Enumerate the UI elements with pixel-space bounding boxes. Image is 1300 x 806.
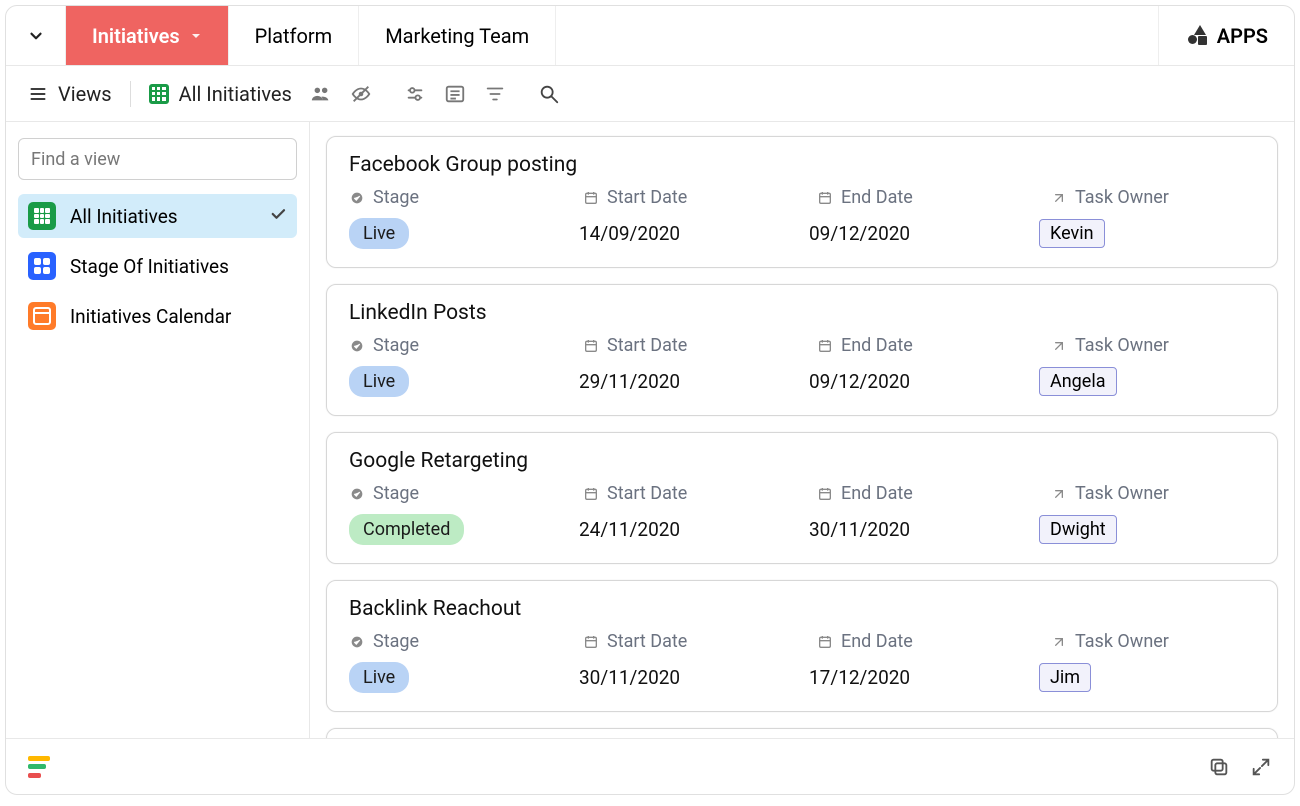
grid-icon <box>28 202 56 230</box>
field-start-date-label: Start Date <box>583 483 813 504</box>
views-sidebar: All Initiatives Stage Of Initiatives Ini… <box>6 122 310 738</box>
list-button[interactable] <box>444 83 466 105</box>
board-icon <box>28 252 56 280</box>
menu-icon <box>28 84 48 104</box>
initiative-card[interactable]: Google Retargeting Stage Start Date End … <box>326 432 1278 564</box>
owner-chip: Kevin <box>1039 219 1105 248</box>
start-date-value: 29/11/2020 <box>579 370 809 393</box>
initiatives-list: Facebook Group posting Stage Start Date … <box>310 122 1294 738</box>
end-date-value: 09/12/2020 <box>809 222 1039 245</box>
card-title: Google Retargeting <box>349 449 1255 473</box>
initiative-card[interactable]: Backlink Reachout Stage Start Date End D… <box>326 580 1278 712</box>
tab-platform[interactable]: Platform <box>229 6 360 65</box>
owner-chip: Jim <box>1039 663 1091 692</box>
sidebar-item-all-initiatives[interactable]: All Initiatives <box>18 194 297 238</box>
tab-label: Platform <box>255 24 333 48</box>
stage-badge: Live <box>349 366 409 397</box>
stage-badge: Live <box>349 218 409 249</box>
app-logo-icon <box>28 756 50 778</box>
people-icon <box>310 83 332 105</box>
field-end-date-label: End Date <box>817 335 1047 356</box>
search-icon <box>538 83 560 105</box>
check-icon <box>269 205 287 228</box>
sidebar-item-label: Stage Of Initiatives <box>70 255 229 278</box>
tab-label: Marketing Team <box>385 24 529 48</box>
owner-chip: Angela <box>1039 367 1117 396</box>
apps-label: APPS <box>1217 24 1268 48</box>
sidebar-item-initiatives-calendar[interactable]: Initiatives Calendar <box>18 294 297 338</box>
sidebar-item-label: Initiatives Calendar <box>70 305 231 328</box>
filter-button[interactable] <box>484 83 506 105</box>
tab-label: Initiatives <box>92 24 180 48</box>
field-end-date-label: End Date <box>817 631 1047 652</box>
tab-initiatives[interactable]: Initiatives <box>66 6 229 65</box>
field-owner-label: Task Owner <box>1051 187 1255 208</box>
field-end-date-label: End Date <box>817 187 1047 208</box>
filter-icon <box>484 83 506 105</box>
find-view-input[interactable] <box>18 138 297 180</box>
field-owner-label: Task Owner <box>1051 631 1255 652</box>
apps-button[interactable]: APPS <box>1158 6 1294 65</box>
field-start-date-label: Start Date <box>583 335 813 356</box>
field-stage-label: Stage <box>349 631 579 652</box>
views-menu[interactable]: Views <box>28 82 112 106</box>
sliders-icon <box>404 83 426 105</box>
end-date-value: 17/12/2020 <box>809 666 1039 689</box>
field-end-date-label: End Date <box>817 483 1047 504</box>
current-view[interactable]: All Initiatives <box>149 82 292 106</box>
copy-button[interactable] <box>1208 756 1230 778</box>
tab-bar: Initiatives Platform Marketing Team APPS <box>6 6 1294 66</box>
caret-down-icon <box>190 30 202 42</box>
stage-badge: Completed <box>349 514 464 545</box>
start-date-value: 14/09/2020 <box>579 222 809 245</box>
toolbar: Views All Initiatives <box>6 66 1294 122</box>
stage-badge: Live <box>349 662 409 693</box>
apps-icon <box>1185 25 1207 47</box>
eye-off-icon <box>350 83 372 105</box>
field-owner-label: Task Owner <box>1051 335 1255 356</box>
expand-button[interactable] <box>1250 756 1272 778</box>
list-icon <box>444 83 466 105</box>
tab-marketing-team[interactable]: Marketing Team <box>359 6 556 65</box>
owner-chip: Dwight <box>1039 515 1117 544</box>
hide-fields-button[interactable] <box>350 83 372 105</box>
field-stage-label: Stage <box>349 483 579 504</box>
current-view-label: All Initiatives <box>179 82 292 106</box>
start-date-value: 30/11/2020 <box>579 666 809 689</box>
search-button[interactable] <box>538 83 560 105</box>
grid-icon <box>149 84 169 104</box>
chevron-down-icon <box>27 27 45 45</box>
start-date-value: 24/11/2020 <box>579 518 809 541</box>
field-start-date-label: Start Date <box>583 187 813 208</box>
separator <box>130 81 131 107</box>
end-date-value: 09/12/2020 <box>809 370 1039 393</box>
field-stage-label: Stage <box>349 187 579 208</box>
initiative-card[interactable]: LinkedIn Posts Stage Start Date End Date… <box>326 284 1278 416</box>
card-title: LinkedIn Posts <box>349 301 1255 325</box>
field-stage-label: Stage <box>349 335 579 356</box>
sidebar-item-stage-of-initiatives[interactable]: Stage Of Initiatives <box>18 244 297 288</box>
card-title: Backlink Reachout <box>349 597 1255 621</box>
field-owner-label: Task Owner <box>1051 483 1255 504</box>
sidebar-item-label: All Initiatives <box>70 205 178 228</box>
end-date-value: 30/11/2020 <box>809 518 1039 541</box>
calendar-icon <box>28 302 56 330</box>
initiative-card[interactable]: Facebook Group posting Stage Start Date … <box>326 136 1278 268</box>
footer <box>6 738 1294 794</box>
views-label: Views <box>58 82 112 106</box>
card-title: Facebook Group posting <box>349 153 1255 177</box>
expand-icon <box>1250 756 1272 778</box>
share-view-button[interactable] <box>310 83 332 105</box>
initiative-card[interactable]: Youtube Influencer reachout Stage Start … <box>326 728 1278 738</box>
copy-icon <box>1208 756 1230 778</box>
tabs-dropdown[interactable] <box>6 6 66 65</box>
customize-button[interactable] <box>404 83 426 105</box>
field-start-date-label: Start Date <box>583 631 813 652</box>
